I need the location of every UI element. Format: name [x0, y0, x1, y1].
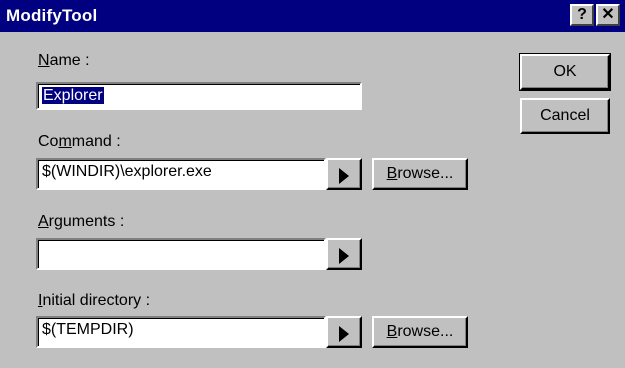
modify-tool-dialog: ModifyTool ? ✕ Name : Explorer Command :…	[0, 0, 625, 368]
command-input[interactable]: $(WINDIR)\explorer.exe	[36, 158, 326, 190]
cancel-button[interactable]: Cancel	[520, 98, 610, 134]
close-icon: ✕	[601, 6, 615, 23]
right-arrow-icon	[339, 326, 349, 342]
command-value: $(WINDIR)\explorer.exe	[42, 163, 212, 180]
initial-directory-browse-button[interactable]: Browse...	[372, 316, 468, 348]
initial-directory-value: $(TEMPDIR)	[42, 321, 134, 338]
arguments-label: Arguments :	[38, 213, 125, 230]
initial-directory-input[interactable]: $(TEMPDIR)	[36, 316, 326, 348]
help-button[interactable]: ?	[570, 4, 594, 26]
help-icon: ?	[577, 6, 587, 23]
name-value: Explorer	[42, 87, 104, 104]
arguments-menu-button[interactable]	[326, 238, 362, 270]
command-browse-button[interactable]: Browse...	[372, 158, 468, 190]
right-arrow-icon	[339, 248, 349, 264]
name-label: Name :	[38, 52, 90, 69]
ok-button[interactable]: OK	[519, 53, 611, 91]
initial-directory-label: Initial directory :	[38, 292, 151, 309]
command-menu-button[interactable]	[326, 158, 362, 190]
arguments-input[interactable]	[36, 238, 326, 270]
title-bar: ModifyTool ? ✕	[0, 0, 625, 32]
dialog-title: ModifyTool	[6, 6, 98, 25]
right-arrow-icon	[339, 168, 349, 184]
command-label: Command :	[38, 133, 121, 150]
name-input[interactable]: Explorer	[36, 82, 362, 110]
initial-directory-menu-button[interactable]	[326, 316, 362, 348]
close-button[interactable]: ✕	[596, 4, 620, 26]
